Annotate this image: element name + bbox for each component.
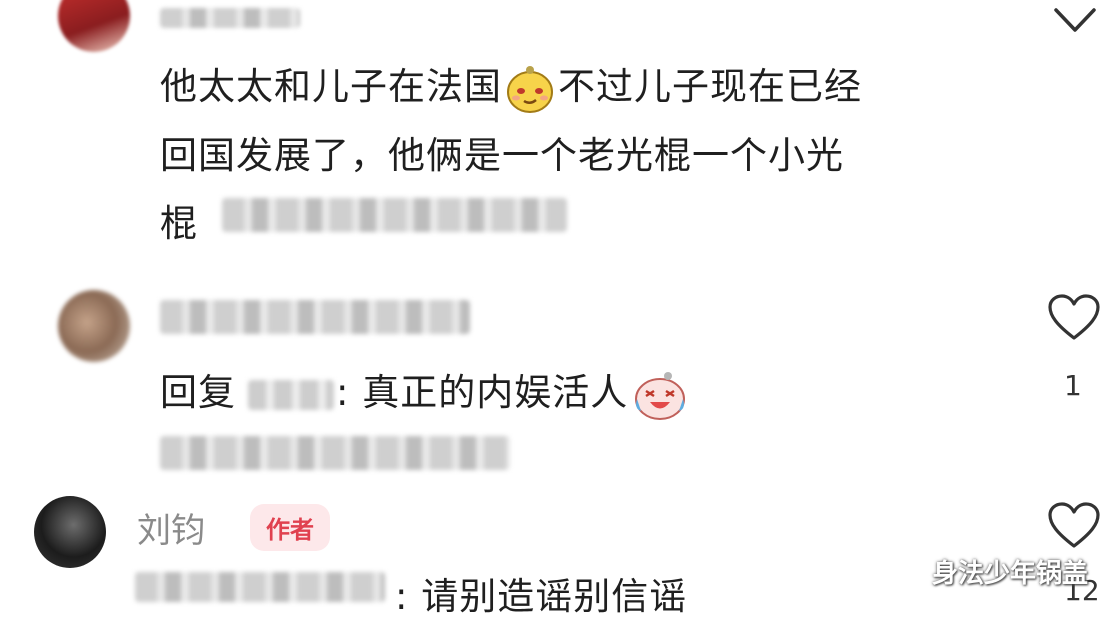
comment-meta-blurred [160, 436, 510, 470]
author-badge: 作者 [250, 504, 330, 551]
heart-outline-icon[interactable] [1047, 294, 1101, 342]
crying-laugh-face-icon [635, 371, 686, 420]
comment-text-line: 他太太和儿子在法国 不过儿子现在已经 [160, 56, 862, 115]
reply-target-blurred [135, 572, 385, 602]
comment-text-line: 回国发展了，他俩是一个老光棍一个小光 [160, 134, 844, 177]
chevron-down-icon[interactable] [1052, 6, 1098, 36]
comment-meta-blurred [222, 198, 567, 232]
username-blurred [160, 300, 470, 334]
username-blurred [160, 8, 300, 28]
avatar[interactable] [58, 0, 130, 52]
author-name[interactable]: 刘钧 [137, 503, 205, 552]
like-count: 1 [1064, 369, 1082, 402]
avatar[interactable] [58, 290, 130, 362]
reply-text-line: : 请别造谣别信谣 [395, 575, 688, 618]
reply-target-blurred [248, 379, 334, 410]
smirk-face-icon [507, 65, 553, 113]
watermark: 身法少年锅盖 [932, 559, 1089, 589]
comment-text-line: 棍 [160, 202, 198, 245]
avatar[interactable] [34, 496, 106, 568]
reply-text-line: 回复: 真正的内娱活人 [160, 362, 688, 421]
heart-outline-icon[interactable] [1047, 502, 1101, 550]
